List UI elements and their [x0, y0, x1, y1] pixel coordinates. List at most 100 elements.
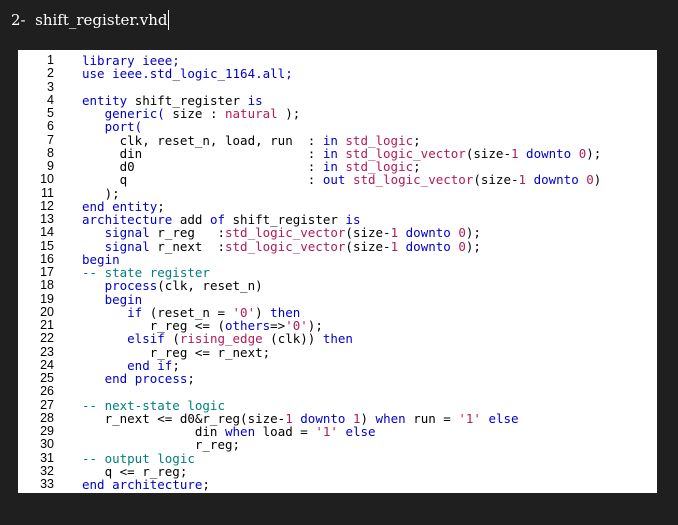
code-text: din : in std_logic_vector(size-1 downto …	[82, 145, 602, 161]
file-title: 2- shift_register.vhd	[11, 11, 168, 29]
code-token: (size-	[465, 145, 511, 161]
line-number: 18	[40, 278, 54, 293]
line-number: 25	[40, 371, 54, 385]
code-text: entity shift_register is	[82, 94, 263, 107]
line-number: 27	[40, 397, 54, 412]
line-number: 26	[40, 384, 54, 399]
code-text: use ieee.std_logic_1164.all;	[82, 67, 293, 80]
line-number: 9	[47, 159, 54, 173]
line-number: 17	[40, 265, 54, 279]
code-token: '1'	[458, 410, 481, 426]
file-title-bar: 2- shift_register.vhd	[11, 9, 170, 31]
code-text: begin	[82, 292, 143, 306]
code-token: )	[593, 172, 602, 188]
code-text: end process;	[82, 372, 195, 385]
code-token: downto	[526, 145, 572, 161]
line-number: 6	[47, 119, 54, 134]
line-number: 3	[47, 79, 54, 94]
code-text: generic( size : natural );	[82, 106, 301, 121]
code-token: else	[345, 424, 376, 439]
line-number: 22	[40, 331, 54, 346]
code-text: q : out std_logic_vector(size-1 downto 0…	[82, 172, 602, 188]
code-token: process	[134, 371, 188, 386]
code-token: std_logic_vector	[225, 238, 346, 254]
line-number: 21	[40, 318, 54, 332]
code-token: ieee.std_logic_1164.all;	[112, 66, 293, 82]
code-text: -- state register	[82, 266, 210, 279]
code-text: signal r_reg :std_logic_vector(size-1 do…	[82, 226, 481, 239]
code-text: signal r_next :std_logic_vector(size-1 d…	[82, 238, 481, 254]
code-text: -- output logic	[82, 451, 195, 465]
line-number: 11	[41, 185, 54, 200]
line-number: 4	[47, 92, 54, 107]
code-token: (clk, reset_n)	[157, 278, 263, 294]
code-token: std_logic_vector	[352, 172, 474, 188]
code-token: 1	[390, 238, 399, 254]
line-number: 15	[40, 238, 54, 253]
line-number: 12	[40, 198, 54, 213]
code-token: when	[375, 410, 414, 426]
code-text: q <= r_reg;	[82, 465, 188, 478]
line-number: 10	[40, 172, 54, 187]
code-token: );	[586, 145, 602, 161]
code-token: then	[322, 331, 353, 347]
line-number: 8	[47, 145, 54, 160]
code-text: r_reg <= (others=>'0');	[82, 319, 323, 332]
code-text: clk, reset_n, load, run : in std_logic;	[82, 133, 421, 147]
text-cursor	[168, 10, 170, 30]
code-token: ;	[187, 371, 195, 386]
code-token: natural	[225, 106, 278, 121]
code-token: 1	[510, 145, 519, 161]
code-text: -- next-state logic	[82, 398, 225, 412]
code-token: end	[82, 371, 135, 386]
code-text: r_reg <= r_next;	[82, 345, 270, 359]
line-number: 20	[40, 304, 54, 319]
code-token: r_next :	[157, 238, 225, 254]
code-token: end	[82, 477, 113, 492]
code-text: );	[82, 186, 120, 200]
code-token: run =	[413, 410, 459, 426]
line-number: 13	[40, 212, 54, 226]
code-panel: 1 library ieee; 2 use ieee.std_logic_1164.a…	[18, 50, 657, 493]
code-text: architecture add of shift_register is	[82, 213, 360, 226]
code-token: size :	[172, 106, 225, 121]
code-token: (size-	[345, 238, 391, 254]
code-text: end if;	[82, 359, 180, 372]
line-number: 14	[40, 225, 54, 240]
line-number: 32	[40, 463, 54, 478]
code-token: else	[488, 410, 519, 426]
line-number: 33	[40, 477, 54, 491]
line-number: 7	[47, 132, 54, 147]
code-token: 1	[518, 172, 527, 188]
line-number: 23	[40, 344, 54, 359]
code-text: end entity;	[82, 200, 165, 213]
line-number: 5	[47, 106, 54, 120]
code-token: );	[277, 106, 301, 121]
code-token: (size-	[473, 172, 519, 188]
code-text: din when load = '1' else	[82, 425, 376, 438]
code-text: process(clk, reset_n)	[82, 279, 263, 292]
code-token: downto	[533, 172, 579, 188]
code-token: 0	[586, 172, 594, 188]
code-token: ;	[202, 477, 210, 492]
code-text: port(	[82, 120, 143, 133]
code-token: downto	[405, 238, 451, 254]
code-token: architecture	[112, 477, 203, 492]
line-number: 1	[47, 53, 54, 67]
line-number: 28	[40, 410, 54, 425]
code-token: (clk))	[262, 331, 323, 347]
code-token: 0	[458, 238, 466, 254]
code-text: r_reg;	[82, 438, 240, 451]
code-token: );	[465, 238, 481, 254]
screenshot-root: { "header": { "title": "2- shift_registe…	[0, 0, 678, 525]
code-token: '1'	[315, 424, 338, 439]
line-number: 31	[40, 450, 54, 465]
code-token: out	[322, 172, 353, 188]
line-number: 29	[40, 424, 54, 438]
code-text: elsif (rising_edge (clk)) then	[82, 332, 353, 345]
code-token: use	[82, 66, 113, 82]
